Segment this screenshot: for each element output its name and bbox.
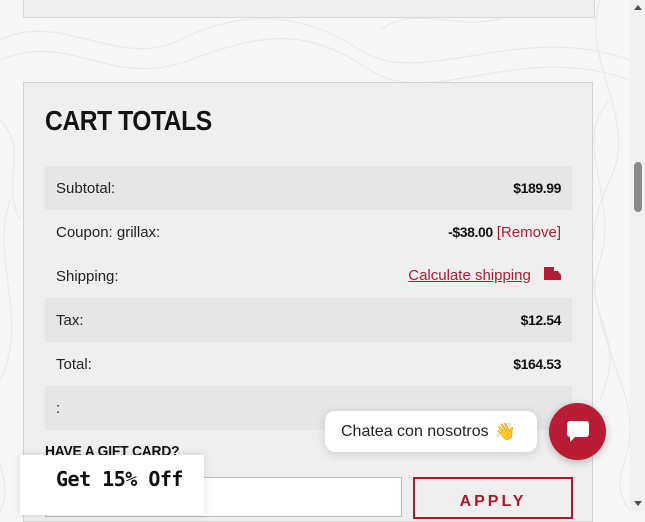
shipping-action-group: Calculate shipping: [408, 266, 561, 286]
subtotal-label: Subtotal:: [56, 179, 116, 197]
apply-gift-card-button[interactable]: APPLY: [413, 477, 573, 519]
total-value: $164.53: [513, 356, 561, 372]
subtotal-value: $189.99: [513, 180, 561, 196]
page-scrollbar[interactable]: [630, 0, 645, 511]
total-row: Total: $164.53: [45, 342, 572, 386]
promo-tab[interactable]: Get 15% Off: [20, 455, 204, 515]
coupon-value-group: -$38.00 [Remove]: [448, 224, 561, 241]
subtotal-row: Subtotal: $189.99: [45, 166, 572, 210]
chat-bubble[interactable]: Chatea con nosotros 👋: [325, 411, 537, 452]
truck-icon[interactable]: [544, 266, 561, 286]
coupon-row: Coupon: grillax: -$38.00 [Remove]: [45, 210, 572, 254]
remove-coupon-link[interactable]: [Remove]: [497, 224, 561, 241]
shipping-label: Shipping:: [56, 267, 119, 285]
scroll-up-arrow-icon[interactable]: [630, 0, 645, 15]
previous-section-card: [23, 0, 595, 18]
tax-label: Tax:: [56, 311, 84, 329]
chat-icon: [566, 421, 589, 442]
scrollbar-thumb[interactable]: [634, 162, 642, 212]
cart-totals-title: CART TOTALS: [45, 105, 212, 136]
promo-label: Get 15% Off: [56, 467, 183, 491]
empty-meta-label: :: [56, 399, 61, 417]
chat-launcher-button[interactable]: [549, 403, 606, 460]
coupon-label: Coupon: grillax:: [56, 223, 161, 241]
shipping-row: Shipping: Calculate shipping: [45, 254, 572, 298]
calculate-shipping-link[interactable]: Calculate shipping: [408, 267, 531, 284]
total-label: Total:: [56, 355, 92, 373]
chat-bubble-text: Chatea con nosotros: [341, 422, 489, 440]
coupon-discount-value: -$38.00: [448, 223, 493, 240]
tax-row: Tax: $12.54: [45, 298, 572, 342]
tax-value: $12.54: [520, 312, 562, 328]
scroll-down-arrow-icon[interactable]: [630, 496, 645, 511]
wave-emoji-icon: 👋: [494, 421, 516, 441]
